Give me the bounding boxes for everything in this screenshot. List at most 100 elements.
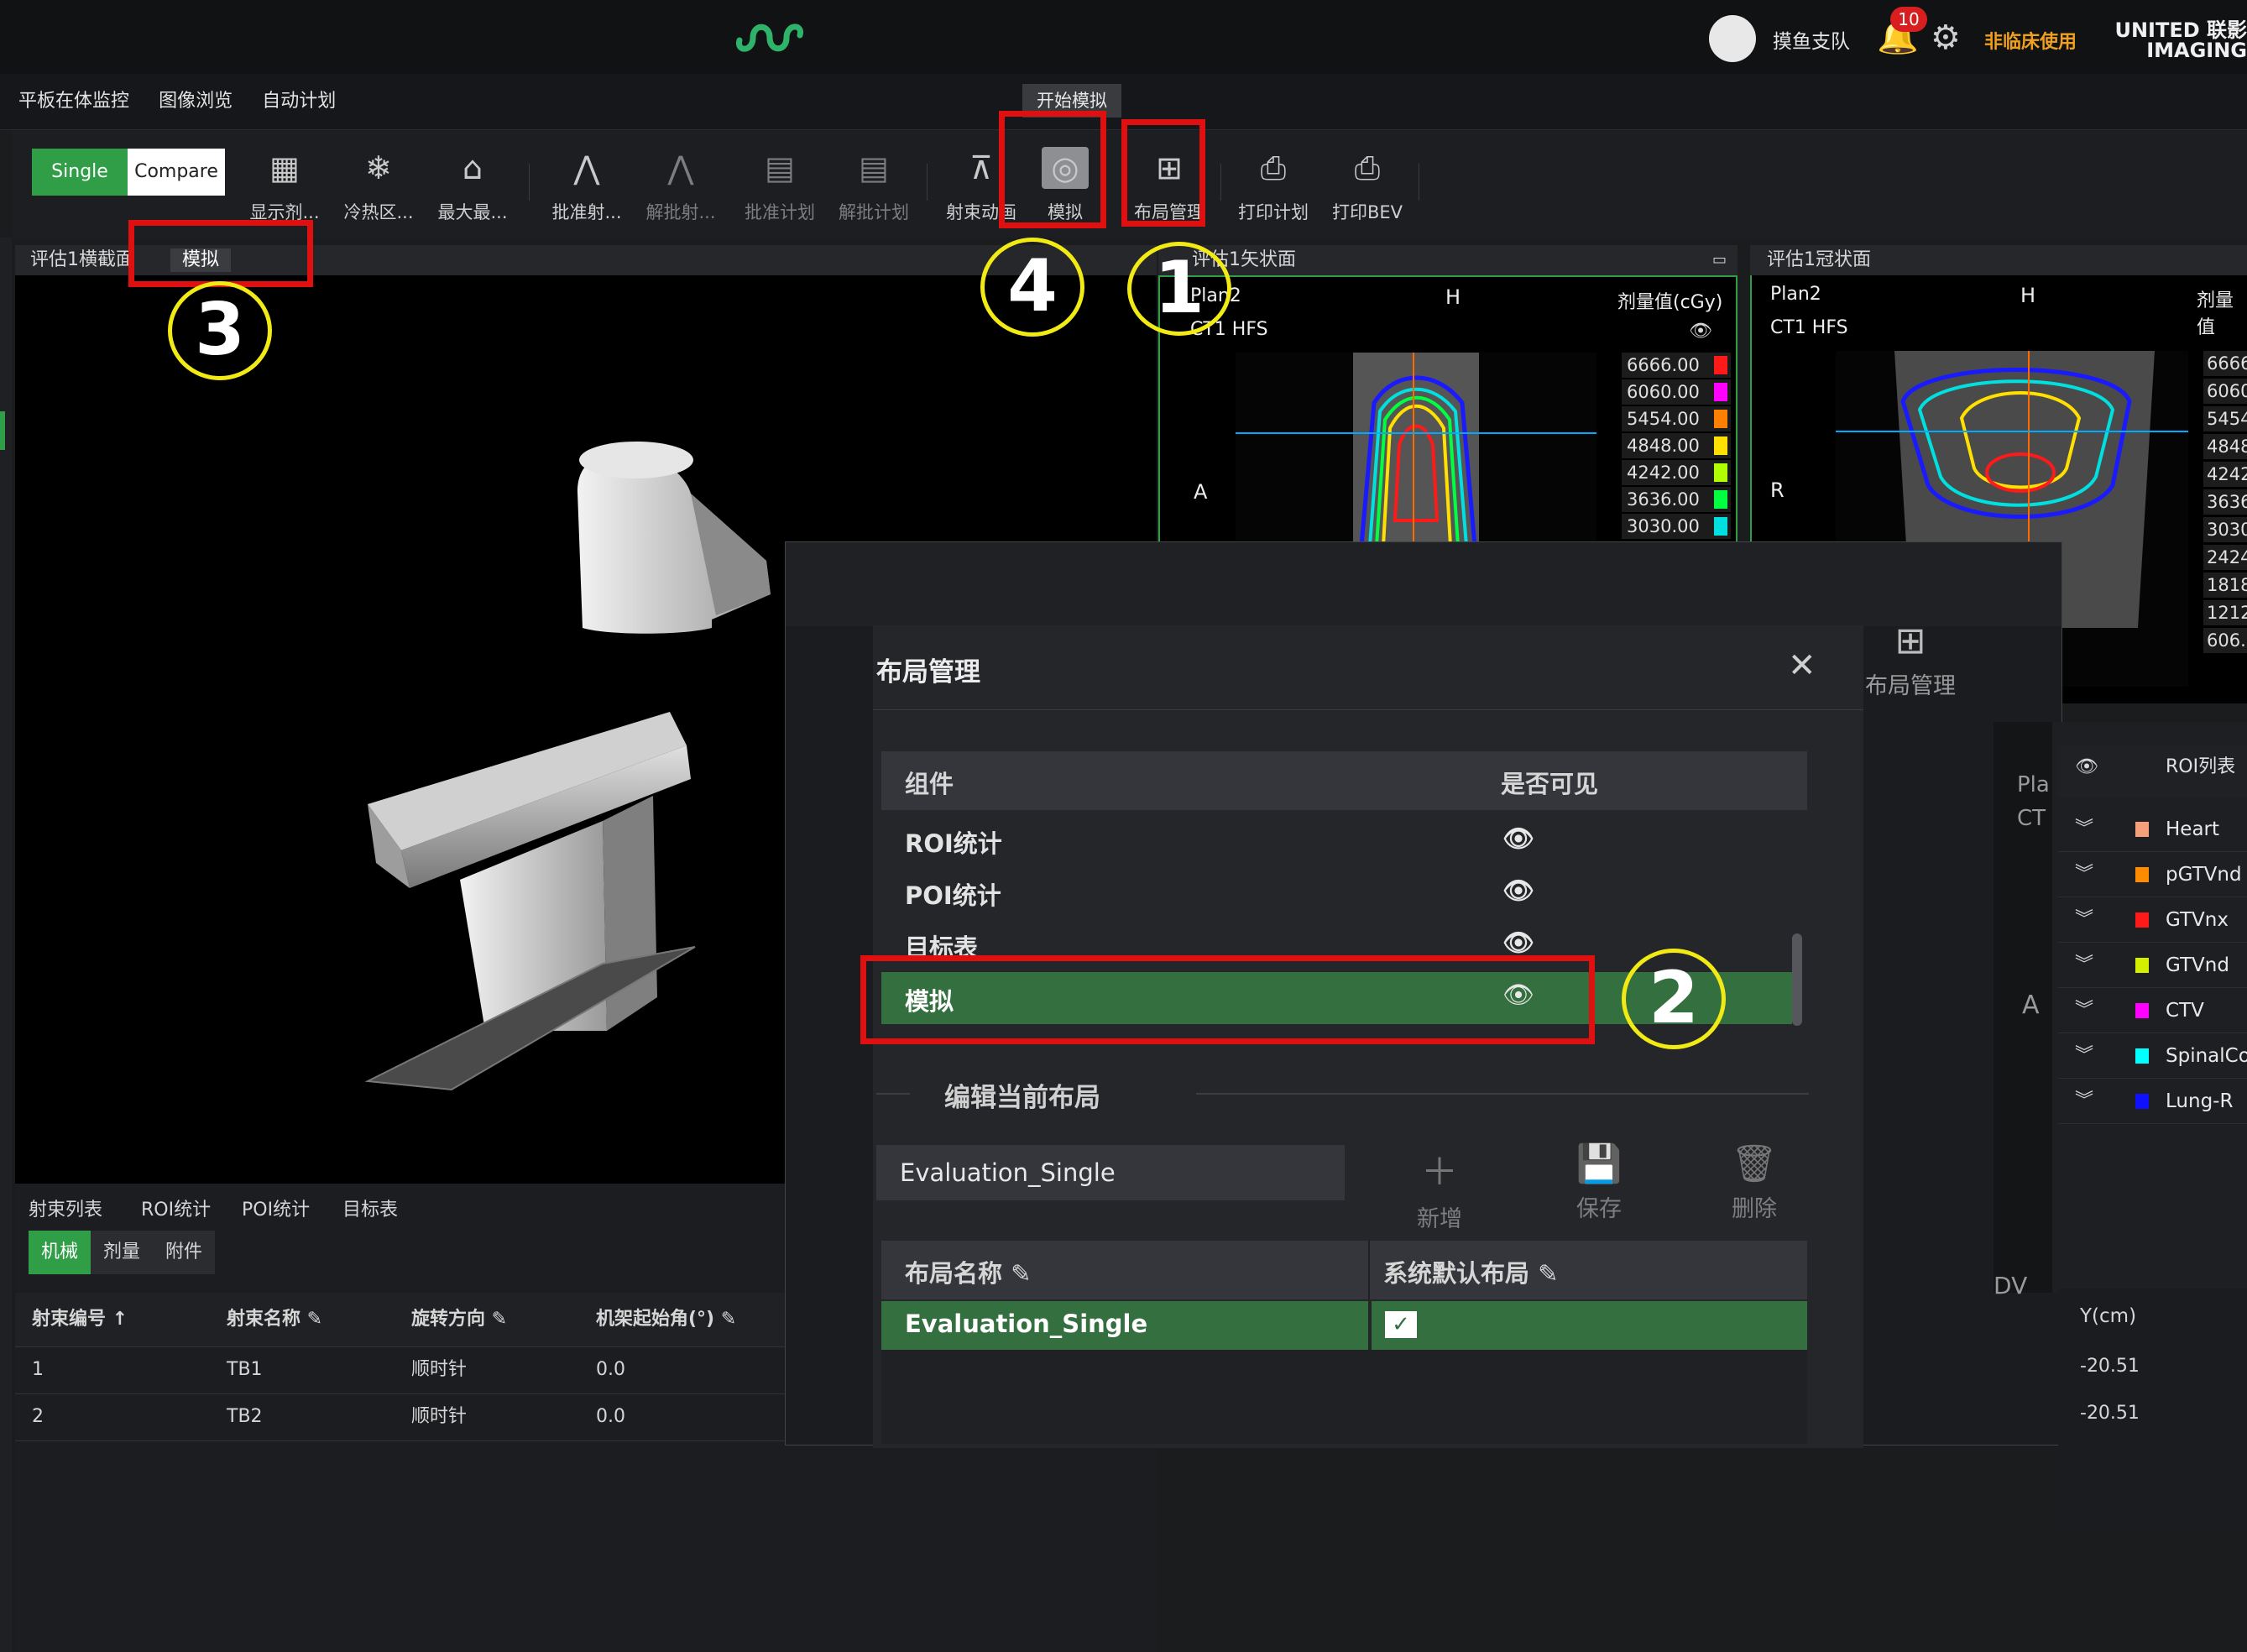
tab-coronal[interactable]: 评估1冠状面	[1767, 245, 1871, 275]
roi-name: pGTVnd	[2166, 864, 2242, 886]
legend-entry: 6060	[2203, 379, 2247, 404]
top-bar: 摸鱼支队 🔔 10 ⚙ 非临床使用 UNITED 联影 IMAGING	[0, 0, 2247, 74]
unapprove-plan-button[interactable]: ▤ 解批计划	[828, 147, 920, 231]
approve-beam-button[interactable]: ⋀ 批准射...	[541, 147, 633, 231]
tab-roi-stats[interactable]: ROI统计	[141, 1195, 211, 1226]
print-icon: ⎙	[1260, 149, 1287, 186]
roi-name: GTVnx	[2166, 909, 2229, 931]
scrollbar[interactable]	[1792, 933, 1802, 1026]
add-layout-button[interactable]: ＋新增	[1393, 1142, 1486, 1233]
legend-entry: 6666	[2203, 351, 2247, 376]
roi-name: Heart	[2166, 818, 2220, 840]
col-gantry-start[interactable]: 机架起始角(°) ✎	[596, 1293, 736, 1346]
default-checkbox[interactable]: ✓	[1385, 1311, 1417, 1338]
menu-item-auto-plan[interactable]: 自动计划	[262, 74, 336, 129]
inset-layout-button[interactable]: ⊞ 布局管理	[1852, 620, 1969, 700]
list-item[interactable]: ︾ CTV	[2058, 989, 2247, 1033]
orientation-r: R	[1770, 478, 1785, 502]
dose-legend-title: 剂量值(cGy)	[1617, 292, 1723, 313]
dose-legend: 6666.00 6060.00 5454.00 4848.00 4242.00 3636.…	[1622, 353, 1731, 546]
eye-icon[interactable]: 👁	[1502, 876, 1534, 906]
unapprove-plan-icon: ▤	[859, 149, 889, 186]
eye-closed-icon[interactable]: ︾	[2075, 898, 2093, 942]
max-min-button[interactable]: ⌂ 最大最...	[426, 147, 519, 231]
col-beam-name[interactable]: 射束名称 ✎	[227, 1293, 322, 1346]
table-row[interactable]: Evaluation_Single ✓	[881, 1301, 1807, 1350]
layout-name-input[interactable]: Evaluation_Single	[876, 1145, 1345, 1200]
print-bev-button[interactable]: ⎙ 打印BEV	[1321, 147, 1414, 231]
subtab-dose[interactable]: 剂量	[91, 1231, 153, 1274]
roi-name: Lung-R	[2166, 1090, 2234, 1112]
highlight-simulation-row	[860, 955, 1595, 1044]
tab-poi-stats[interactable]: POI统计	[242, 1195, 310, 1226]
component-row-poi[interactable]: POI统计 👁	[881, 876, 1805, 927]
component-row-roi[interactable]: ROI统计 👁	[881, 824, 1805, 875]
eye-closed-icon[interactable]: ︾	[2075, 1080, 2093, 1123]
unapprove-beam-button[interactable]: ⋀ 解批射...	[635, 147, 727, 231]
user-name[interactable]: 摸鱼支队	[1773, 25, 1850, 54]
roi-color-swatch	[2135, 912, 2149, 928]
close-icon[interactable]: ✕	[1788, 646, 1816, 685]
dose-legend: 6666 6060 5454 4848 4242 3636 3030 2424 1818 1212…	[2203, 351, 2247, 695]
trash-icon: 🗑	[1731, 1142, 1778, 1185]
eye-closed-icon[interactable]: ︾	[2075, 1034, 2093, 1078]
list-item[interactable]: ︾ pGTVnd	[2058, 853, 2247, 897]
legend-swatch	[1714, 437, 1727, 455]
legend-swatch	[1714, 383, 1727, 401]
list-item[interactable]: ︾ Lung-R	[2058, 1080, 2247, 1124]
left-edge-marker	[0, 411, 5, 450]
col-beam-number[interactable]: 射束编号 ↑	[32, 1293, 128, 1346]
legend-entry: 3030.00	[1622, 514, 1731, 539]
list-item[interactable]: ︾ GTVnx	[2058, 898, 2247, 943]
plus-icon: ＋	[1421, 1151, 1458, 1194]
eye-icon[interactable]: 👁	[1502, 824, 1534, 854]
legend-entry: 606.	[2203, 628, 2247, 653]
eye-closed-icon[interactable]: ︾	[2075, 853, 2093, 897]
list-item[interactable]: ︾ Heart	[2058, 808, 2247, 852]
unapprove-beam-icon: ⋀	[667, 149, 694, 186]
subtab-accessory[interactable]: 附件	[153, 1231, 215, 1274]
list-item[interactable]: ︾ GTVnd	[2058, 944, 2247, 988]
tab-target-table[interactable]: 目标表	[342, 1195, 398, 1226]
cold-hot-button[interactable]: ❄ 冷热区...	[332, 147, 425, 231]
subtab-mechanical[interactable]: 机械	[29, 1231, 91, 1274]
col-default-layout[interactable]: 系统默认布局 ✎	[1383, 1254, 1558, 1289]
legend-entry: 5454.00	[1622, 406, 1731, 431]
edit-layout-section: 编辑当前布局	[944, 1083, 1100, 1113]
show-dose-button[interactable]: ▦ 显示剂...	[238, 147, 331, 231]
annotation-3: 3	[168, 281, 272, 380]
eye-closed-icon[interactable]: ︾	[2075, 808, 2093, 851]
approve-plan-button[interactable]: ▤ 批准计划	[734, 147, 826, 231]
legend-entry: 3636.00	[1622, 487, 1731, 512]
menu-item-flat-panel[interactable]: 平板在体监控	[18, 74, 129, 129]
maximize-icon[interactable]: ▭	[1712, 245, 1727, 275]
menu-item-image-browse[interactable]: 图像浏览	[159, 74, 233, 129]
sagittal-view[interactable]: Plan2 CT1 HFS H A 剂量值(cGy) 👁 6666.00 6060…	[1158, 275, 1738, 546]
col-rotation[interactable]: 旋转方向 ✎	[411, 1293, 507, 1346]
eye-icon[interactable]: 👁	[2075, 745, 2098, 789]
compare-mode-button[interactable]: Compare	[128, 149, 225, 196]
layout-table-body	[881, 1350, 1807, 1444]
approve-plan-icon: ▤	[765, 149, 795, 186]
eye-icon[interactable]: 👁	[1689, 321, 1712, 342]
layout-icon: ⊞	[1894, 620, 1926, 662]
save-icon: 💾	[1576, 1142, 1623, 1185]
grid-icon: ▦	[269, 149, 300, 186]
print-plan-button[interactable]: ⎙ 打印计划	[1227, 147, 1319, 231]
eye-icon[interactable]: 👁	[1502, 928, 1534, 958]
list-item[interactable]: ︾ SpinalCor	[2058, 1034, 2247, 1079]
annotation-1: 1	[1127, 242, 1231, 336]
plan-label: Plan2	[1770, 284, 1821, 305]
tab-beam-list[interactable]: 射束列表	[29, 1195, 102, 1226]
beam-animation-icon: ⊼	[969, 149, 993, 186]
legend-swatch	[1714, 517, 1727, 536]
gear-icon[interactable]: ⚙	[1931, 18, 1961, 57]
eye-closed-icon[interactable]: ︾	[2075, 989, 2093, 1032]
eye-closed-icon[interactable]: ︾	[2075, 944, 2093, 987]
avatar[interactable]	[1709, 15, 1756, 62]
col-layout-name[interactable]: 布局名称 ✎	[905, 1254, 1031, 1289]
single-mode-button[interactable]: Single	[32, 149, 128, 196]
tab-transverse[interactable]: 评估1横截面	[30, 245, 134, 275]
delete-layout-button[interactable]: 🗑 删除	[1708, 1142, 1800, 1223]
save-layout-button[interactable]: 💾 保存	[1553, 1142, 1645, 1223]
